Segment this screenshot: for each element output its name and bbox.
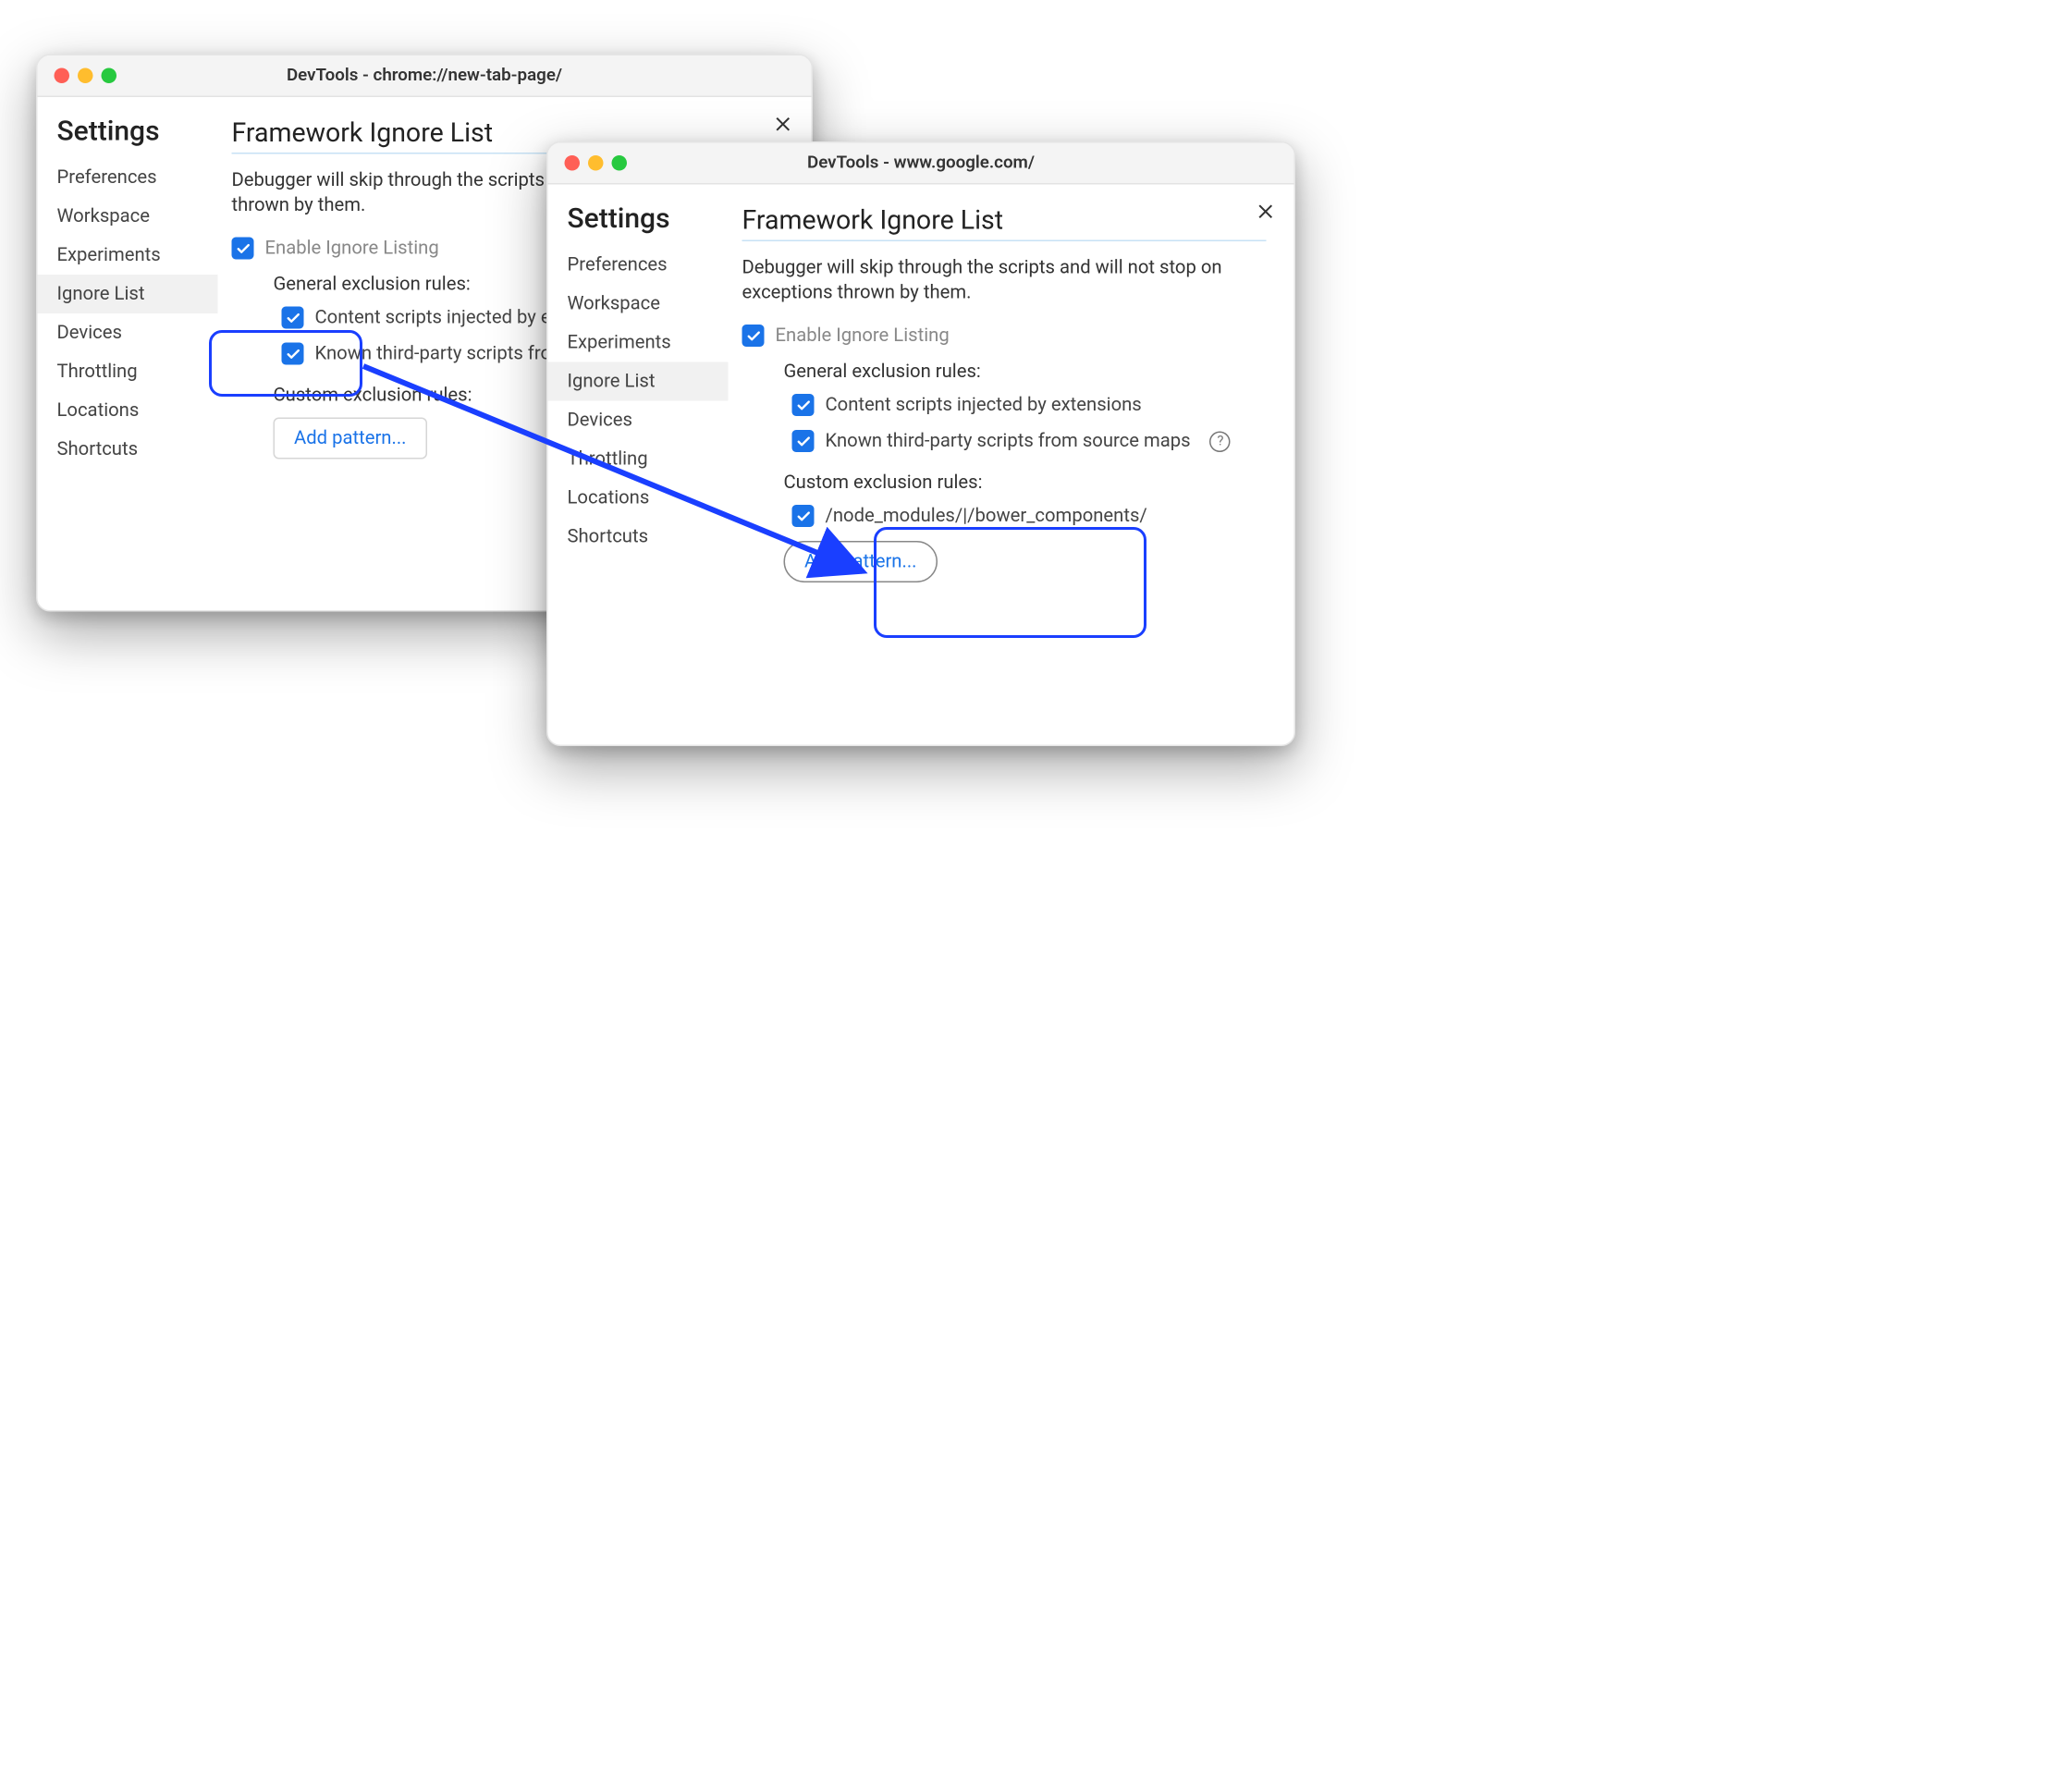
custom-rules-heading: Custom exclusion rules: xyxy=(784,472,1267,495)
sidebar-item-ignore-list[interactable]: Ignore List xyxy=(548,362,729,401)
maximize-dot-icon[interactable] xyxy=(612,155,628,171)
help-icon[interactable]: ? xyxy=(1210,431,1232,452)
custom-rule-row[interactable]: /node_modules/|/bower_components/ xyxy=(792,506,1267,528)
sidebar-item-workspace[interactable]: Workspace xyxy=(38,197,218,236)
sidebar-item-throttling[interactable]: Throttling xyxy=(38,352,218,391)
rule-label: Known third-party scripts fro xyxy=(315,343,552,365)
checkbox-icon xyxy=(792,431,815,453)
sidebar-item-experiments[interactable]: Experiments xyxy=(38,236,218,275)
checkbox-icon xyxy=(792,506,815,528)
custom-rule-pattern: /node_modules/|/bower_components/ xyxy=(826,506,1147,528)
rule-label: Content scripts injected by extensions xyxy=(826,395,1142,417)
titlebar: DevTools - chrome://new-tab-page/ xyxy=(38,55,812,97)
devtools-window-2: DevTools - www.google.com/ Settings Pref… xyxy=(546,141,1295,746)
rule-label: Content scripts injected by e xyxy=(315,307,551,329)
sidebar-item-shortcuts[interactable]: Shortcuts xyxy=(548,518,729,557)
close-dot-icon[interactable] xyxy=(55,68,70,84)
sidebar-item-locations[interactable]: Locations xyxy=(548,479,729,518)
window-title: DevTools - chrome://new-tab-page/ xyxy=(38,66,812,87)
sidebar-item-ignore-list[interactable]: Ignore List xyxy=(38,275,218,313)
settings-content: Framework Ignore List Debugger will skip… xyxy=(729,185,1294,745)
pane-title: Framework Ignore List xyxy=(742,204,1267,242)
sidebar-item-workspace[interactable]: Workspace xyxy=(548,285,729,324)
enable-ignore-listing-label: Enable Ignore Listing xyxy=(265,238,439,260)
sidebar-item-throttling[interactable]: Throttling xyxy=(548,440,729,479)
enable-ignore-listing-label: Enable Ignore Listing xyxy=(776,325,950,348)
traffic-lights xyxy=(548,155,628,171)
close-icon xyxy=(772,113,793,134)
window-title: DevTools - www.google.com/ xyxy=(548,153,1294,174)
sidebar-item-experiments[interactable]: Experiments xyxy=(548,324,729,362)
enable-ignore-listing-row[interactable]: Enable Ignore Listing xyxy=(742,325,1267,348)
close-icon xyxy=(1255,201,1276,222)
sidebar-item-devices[interactable]: Devices xyxy=(38,313,218,352)
rule-content-scripts[interactable]: Content scripts injected by extensions xyxy=(792,395,1267,417)
sidebar-item-shortcuts[interactable]: Shortcuts xyxy=(38,430,218,469)
minimize-dot-icon[interactable] xyxy=(78,68,93,84)
rule-third-party[interactable]: Known third-party scripts from source ma… xyxy=(792,431,1267,453)
sidebar-item-locations[interactable]: Locations xyxy=(38,391,218,430)
sidebar-item-devices[interactable]: Devices xyxy=(548,401,729,440)
checkbox-icon xyxy=(742,325,765,348)
settings-heading: Settings xyxy=(38,114,218,158)
checkbox-icon xyxy=(282,343,304,365)
close-dot-icon[interactable] xyxy=(565,155,581,171)
traffic-lights xyxy=(38,68,117,84)
maximize-dot-icon[interactable] xyxy=(102,68,117,84)
add-pattern-button[interactable]: Add pattern... xyxy=(274,418,428,460)
close-settings-button[interactable] xyxy=(767,108,798,139)
checkbox-icon xyxy=(232,238,254,260)
sidebar-item-preferences[interactable]: Preferences xyxy=(548,246,729,285)
pane-description: Debugger will skip through the scripts a… xyxy=(742,255,1267,306)
add-pattern-button[interactable]: Add pattern... xyxy=(784,542,938,583)
settings-sidebar: Settings Preferences Workspace Experimen… xyxy=(38,97,218,610)
general-rules-heading: General exclusion rules: xyxy=(784,361,1267,384)
settings-body: Settings Preferences Workspace Experimen… xyxy=(548,185,1294,745)
checkbox-icon xyxy=(282,307,304,329)
minimize-dot-icon[interactable] xyxy=(588,155,604,171)
titlebar: DevTools - www.google.com/ xyxy=(548,143,1294,185)
sidebar-item-preferences[interactable]: Preferences xyxy=(38,158,218,197)
checkbox-icon xyxy=(792,395,815,417)
close-settings-button[interactable] xyxy=(1250,196,1281,227)
settings-heading: Settings xyxy=(548,202,729,246)
settings-sidebar: Settings Preferences Workspace Experimen… xyxy=(548,185,729,745)
rule-label: Known third-party scripts from source ma… xyxy=(826,431,1191,453)
